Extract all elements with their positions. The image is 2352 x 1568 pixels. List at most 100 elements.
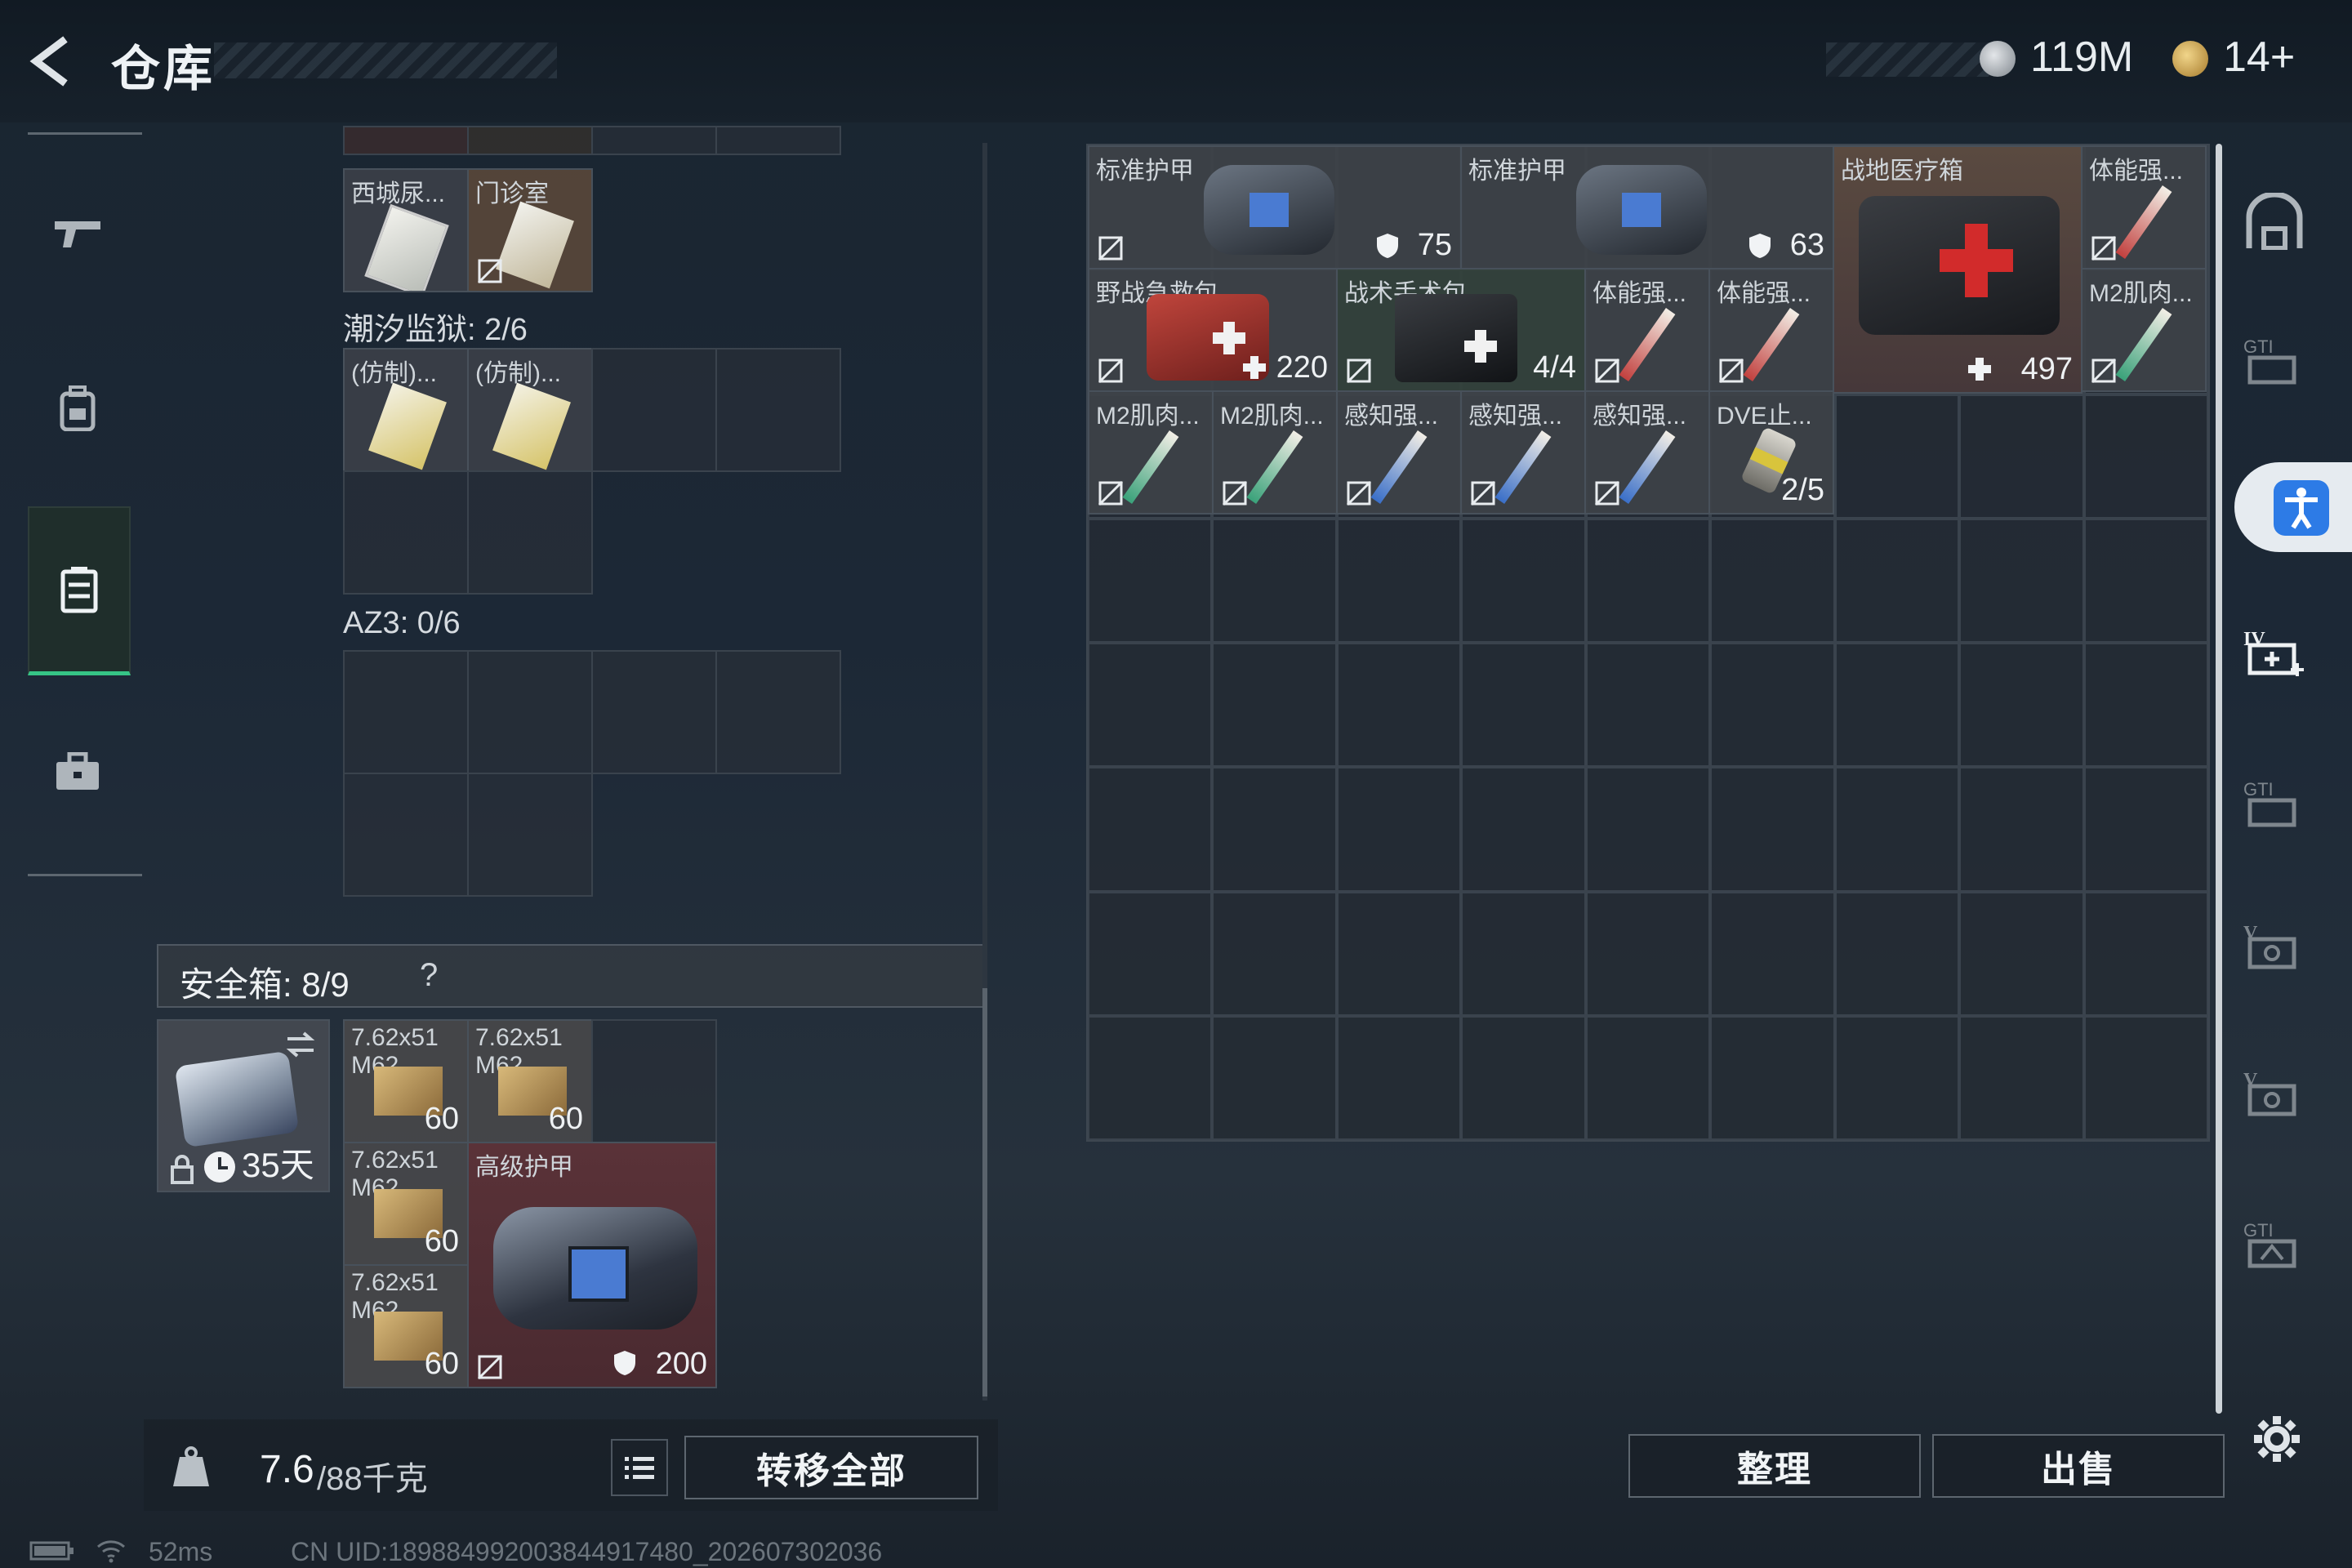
nav-rig[interactable] <box>28 506 131 675</box>
grid-cell[interactable] <box>467 773 593 897</box>
grid-cell[interactable] <box>715 348 841 472</box>
keycard-item[interactable]: 西城尿... <box>343 168 469 292</box>
grid-cell[interactable] <box>591 650 717 774</box>
nav-backpack[interactable] <box>28 331 127 486</box>
grid-cell[interactable] <box>1088 767 1213 892</box>
grid-cell[interactable] <box>1710 1015 1835 1140</box>
ammo-item[interactable]: 7.62x51 M62 60 <box>343 1142 469 1266</box>
grid-cell[interactable] <box>1461 643 1586 768</box>
swap-icon[interactable] <box>284 1031 317 1058</box>
grid-cell[interactable] <box>1212 1015 1337 1140</box>
list-view-button[interactable] <box>611 1439 668 1496</box>
armor-item[interactable]: 标准护甲 63 <box>1460 145 1834 270</box>
stim-item[interactable]: M2肌肉... <box>2081 268 2207 392</box>
grid-cell[interactable] <box>1959 891 2084 1016</box>
stim-item[interactable]: 体能强... <box>1708 268 1834 392</box>
currency-gold[interactable]: 14+ <box>2223 33 2295 82</box>
side-tab-v-1[interactable]: V <box>2238 911 2311 985</box>
grid-cell[interactable] <box>343 470 469 595</box>
side-tab-v-2[interactable]: V <box>2238 1058 2311 1132</box>
grid-cell[interactable] <box>1834 643 1960 768</box>
grid-cell[interactable] <box>1336 1015 1462 1140</box>
grid-cell[interactable] <box>1336 891 1462 1016</box>
first-aid-item[interactable]: 野战急救包 220 <box>1088 268 1338 392</box>
left-scroll-thumb[interactable] <box>982 988 987 1396</box>
grid-cell[interactable] <box>2083 643 2208 768</box>
stim-item[interactable]: M2肌肉... <box>1088 390 1214 514</box>
grid-cell[interactable] <box>1088 643 1213 768</box>
keycard-item[interactable]: (仿制)... <box>343 348 469 472</box>
grid-cell[interactable] <box>467 470 593 595</box>
grid-cell[interactable] <box>591 126 717 155</box>
grid-cell[interactable] <box>1959 643 2084 768</box>
ammo-item[interactable]: 7.62x51 M62 60 <box>343 1019 469 1143</box>
grid-cell[interactable] <box>1212 891 1337 1016</box>
side-tab-gti-2[interactable]: GTI <box>2238 768 2311 841</box>
grid-cell[interactable] <box>1088 518 1213 643</box>
side-tab-storage[interactable] <box>2238 185 2311 258</box>
safebox-item[interactable]: 35天 <box>157 1019 330 1192</box>
grid-cell[interactable] <box>1461 1015 1586 1140</box>
grid-cell[interactable] <box>1710 767 1835 892</box>
side-tab-med[interactable]: IV <box>2238 617 2311 691</box>
grid-cell[interactable] <box>343 773 469 897</box>
grid-cell[interactable] <box>1710 643 1835 768</box>
grid-cell[interactable] <box>1585 518 1711 643</box>
grid-cell[interactable] <box>467 650 593 774</box>
grid-cell[interactable] <box>1959 1015 2084 1140</box>
grid-cell[interactable] <box>1834 394 1960 519</box>
keycard-item[interactable]: (仿制)... <box>467 348 593 472</box>
grid-cell[interactable] <box>1959 394 2084 519</box>
grid-cell[interactable] <box>1088 1015 1213 1140</box>
grid-cell[interactable] <box>1212 643 1337 768</box>
grid-cell[interactable] <box>1834 518 1960 643</box>
side-tab-gti-3[interactable]: GTI <box>2238 1209 2311 1282</box>
grid-cell[interactable] <box>1710 518 1835 643</box>
grid-cell[interactable] <box>591 348 717 472</box>
accessibility-tab[interactable] <box>2234 462 2352 552</box>
grid-cell[interactable] <box>1212 767 1337 892</box>
stim-item[interactable]: M2肌肉... <box>1212 390 1338 514</box>
grid-cell[interactable] <box>1585 891 1711 1016</box>
grid-cell[interactable] <box>1212 518 1337 643</box>
grid-cell[interactable] <box>343 126 469 155</box>
grid-cell[interactable] <box>1834 1015 1960 1140</box>
ammo-item[interactable]: 7.62x51 M62 60 <box>467 1019 593 1143</box>
keycard-item[interactable]: 门诊室 <box>467 168 593 292</box>
grid-cell[interactable] <box>2083 394 2208 519</box>
nav-weapon[interactable] <box>28 155 127 310</box>
grid-cell[interactable] <box>1585 643 1711 768</box>
armor-item[interactable]: 高级护甲 200 <box>467 1142 717 1388</box>
grid-cell[interactable] <box>1834 891 1960 1016</box>
surgery-kit-item[interactable]: 战术手术包 4/4 <box>1336 268 1586 392</box>
side-tab-gti-1[interactable]: GTI <box>2238 325 2311 399</box>
painkiller-item[interactable]: DVE止... 2/5 <box>1708 390 1834 514</box>
grid-cell[interactable] <box>1336 518 1462 643</box>
stim-item[interactable]: 体能强... <box>2081 145 2207 270</box>
grid-cell[interactable] <box>2083 1015 2208 1140</box>
grid-cell[interactable] <box>715 126 841 155</box>
grid-cell[interactable] <box>591 1019 717 1143</box>
ammo-item[interactable]: 7.62x51 M62 60 <box>343 1264 469 1388</box>
grid-cell[interactable] <box>1834 767 1960 892</box>
grid-cell[interactable] <box>1959 518 2084 643</box>
armor-item[interactable]: 标准护甲 75 <box>1088 145 1462 270</box>
grid-cell[interactable] <box>467 126 593 155</box>
grid-cell[interactable] <box>1710 891 1835 1016</box>
grid-cell[interactable] <box>2083 518 2208 643</box>
grid-cell[interactable] <box>1336 643 1462 768</box>
stim-item[interactable]: 感知强... <box>1460 390 1586 514</box>
settings-gear-icon[interactable] <box>2251 1413 2303 1465</box>
grid-cell[interactable] <box>715 650 841 774</box>
stim-item[interactable]: 感知强... <box>1584 390 1710 514</box>
sort-button[interactable]: 整理 <box>1628 1434 1921 1498</box>
stim-item[interactable]: 体能强... <box>1584 268 1710 392</box>
transfer-all-button[interactable]: 转移全部 <box>684 1436 978 1499</box>
stim-item[interactable]: 感知强... <box>1336 390 1462 514</box>
grid-cell[interactable] <box>343 650 469 774</box>
grid-cell[interactable] <box>1461 518 1586 643</box>
back-arrow-icon[interactable] <box>28 34 77 88</box>
help-icon[interactable]: ? <box>420 957 438 994</box>
grid-cell[interactable] <box>2083 767 2208 892</box>
grid-cell[interactable] <box>1461 891 1586 1016</box>
